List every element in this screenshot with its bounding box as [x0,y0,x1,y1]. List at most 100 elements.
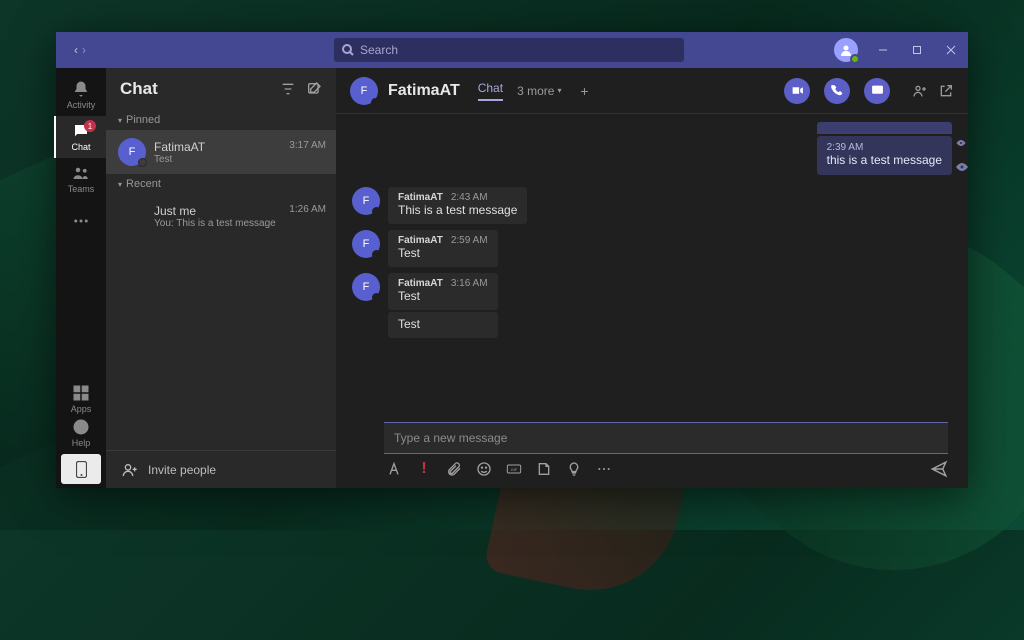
message-time: 2:43 AM [451,192,488,203]
notification-badge: 1 [84,120,96,132]
video-call-button[interactable] [784,78,810,104]
share-screen-icon [871,84,884,97]
message-text: this is a test message [827,153,942,167]
rail-label: Help [72,438,91,448]
tab-chat[interactable]: Chat [478,81,503,101]
titlebar: ‹ › Search [56,32,968,68]
presence-offline-icon [372,293,381,302]
more-actions-button[interactable] [596,461,612,477]
invite-label: Invite people [148,463,216,477]
message-bubble[interactable]: Test [388,312,498,338]
rail-label: Apps [71,404,92,414]
forward-button[interactable]: › [82,43,86,57]
message-text: Test [398,246,488,260]
close-button[interactable] [934,32,968,68]
chat-time: 1:26 AM [289,204,326,218]
avatar: F [118,138,146,166]
back-button[interactable]: ‹ [74,43,78,57]
paperclip-icon [446,461,462,477]
video-icon [791,84,804,97]
rail-mobile[interactable] [61,454,101,484]
close-icon [946,45,956,55]
avatar: F [352,273,380,301]
emoji-icon [476,461,492,477]
chat-name: Just me [154,204,196,218]
app-rail: Activity Chat 1 Teams Apps Help [56,68,106,488]
screen-share-button[interactable] [864,78,890,104]
compose-placeholder: Type a new message [394,431,507,445]
group-pinned[interactable]: Pinned [106,110,336,130]
mobile-icon [76,461,87,478]
avatar-initial: F [361,85,368,97]
profile-avatar[interactable] [834,38,858,62]
rail-label: Teams [68,184,95,194]
chat-preview: You: This is a test message [154,218,326,229]
chat-preview: Test [154,154,326,165]
composer: Type a new message ! GIF [336,416,968,488]
presence-offline-icon [371,98,380,107]
chevron-down-icon: ▾ [557,86,561,95]
rail-activity[interactable]: Activity [56,74,106,116]
group-recent[interactable]: Recent [106,174,336,194]
apps-icon [72,384,90,402]
minimize-button[interactable] [866,32,900,68]
presence-offline-icon [138,158,147,167]
chat-item-fatimaat[interactable]: F FatimaAT3:17 AM Test [106,130,336,174]
rail-apps[interactable]: Apps [56,382,106,416]
sticker-button[interactable] [536,461,552,477]
svg-text:GIF: GIF [511,467,518,472]
new-chat-button[interactable] [306,81,322,97]
sender-name: FatimaAT [398,278,443,289]
phone-icon [831,84,844,97]
message-bubble[interactable]: FatimaAT3:16 AMTest [388,273,498,310]
chat-pane: F FatimaAT Chat 3 more▾ + [336,68,968,488]
audio-call-button[interactable] [824,78,850,104]
emoji-button[interactable] [476,461,492,477]
invite-icon [122,462,138,478]
bell-icon [72,80,90,98]
chat-title: FatimaAT [388,82,460,100]
message-bubble[interactable]: FatimaAT2:43 AMThis is a test message [388,187,527,224]
attach-button[interactable] [446,461,462,477]
more-icon [596,461,612,477]
message-bubble[interactable]: FatimaAT 2:59 AMTest [388,230,498,267]
person-icon [840,44,852,56]
more-tabs-label: 3 more [517,84,554,98]
gif-icon: GIF [506,461,522,477]
teams-window: ‹ › Search Activity [56,32,968,488]
header-avatar[interactable]: F [350,77,378,105]
chat-item-just-me[interactable]: Just me 1:26 AM You: This is a test messa… [106,194,336,238]
rail-help[interactable]: Help [56,416,106,450]
rail-more[interactable] [56,200,106,242]
rail-teams[interactable]: Teams [56,158,106,200]
group-label: Recent [126,178,161,190]
more-tabs[interactable]: 3 more▾ [517,84,561,98]
group-label: Pinned [126,114,160,126]
presence-offline-icon [372,207,381,216]
popout-button[interactable] [938,83,954,99]
chat-header: F FatimaAT Chat 3 more▾ + [336,68,968,114]
sticker-icon [536,461,552,477]
compose-input[interactable]: Type a new message [384,422,948,454]
teams-icon [72,164,90,182]
invite-people[interactable]: Invite people [106,450,336,488]
add-tab-button[interactable]: + [575,82,593,100]
add-people-button[interactable] [912,83,928,99]
sender-name: FatimaAT [398,235,443,246]
format-button[interactable] [386,461,402,477]
meeting-button[interactable] [566,461,582,477]
maximize-button[interactable] [900,32,934,68]
message-time: 2:59 AM [451,235,488,246]
filter-button[interactable] [280,81,296,97]
send-button[interactable] [930,460,948,478]
incoming-message: F FatimaAT3:16 AMTestTest [352,273,952,338]
send-icon [930,460,948,478]
message-list[interactable]: 2:39 AM this is a test message F FatimaAT… [336,114,968,416]
presence-offline-icon [372,250,381,259]
search-input[interactable]: Search [334,38,684,62]
gif-button[interactable]: GIF [506,461,522,477]
outgoing-message: 2:39 AM this is a test message [817,122,952,175]
lightbulb-icon [566,461,582,477]
rail-chat[interactable]: Chat 1 [54,116,106,158]
priority-button[interactable]: ! [416,461,432,477]
